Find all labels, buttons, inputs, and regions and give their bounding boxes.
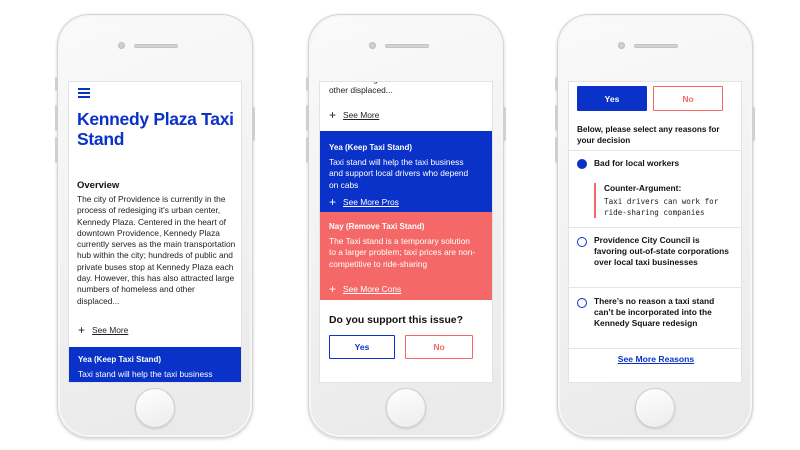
reasons-prompt: Below, please select any reasons for you… [577,125,720,145]
home-button[interactable] [635,388,675,428]
hamburger-icon[interactable] [78,88,90,98]
yea-title: Yea (Keep Taxi Stand) [329,143,412,152]
yes-button[interactable]: Yes [329,335,395,359]
screen-pros-cons: attracted large numbers of homeless and … [319,81,493,383]
overview-text: The city of Providence is currently in t… [77,194,236,306]
front-camera [618,42,625,49]
yes-button-selected[interactable]: Yes [577,86,647,111]
nay-panel: Nay (Remove Taxi Stand) The Taxi stand i… [320,212,492,300]
volume-down-button [555,137,558,163]
power-button [252,107,255,141]
reason-radio-1[interactable] [577,159,587,169]
yea-panel: Yea (Keep Taxi Stand) Taxi stand will he… [320,131,492,212]
earpiece-speaker [634,44,678,48]
see-more-label: See More [92,325,129,335]
nay-title: Nay (Remove Taxi Stand) [329,222,425,231]
counter-argument: Counter-Argument: Taxi drivers can work … [594,183,734,218]
power-button [752,107,755,141]
see-more-reasons-link[interactable]: See More Reasons [569,354,741,364]
volume-up-button [55,105,58,131]
mute-switch [555,77,558,91]
yea-title: Yea (Keep Taxi Stand) [78,355,161,364]
reason-radio-2[interactable] [577,237,587,247]
reason-label-2: Providence City Council is favoring out-… [594,235,729,268]
phone-mockup-1: Kennedy Plaza Taxi Stand Overview The ci… [55,14,255,438]
page-title: Kennedy Plaza Taxi Stand [77,109,234,149]
divider [569,348,741,349]
earpiece-speaker [134,44,178,48]
phone-mockup-3: Yes No Below, please select any reasons … [555,14,755,438]
divider [569,227,741,228]
screen-overview: Kennedy Plaza Taxi Stand Overview The ci… [68,81,242,383]
reason-radio-3[interactable] [577,298,587,308]
plus-icon: + [329,108,337,122]
see-more-cons-label: See More Cons [343,284,402,294]
divider [569,150,741,151]
reason-label-3: There’s no reason a taxi stand can’t be … [594,296,715,329]
no-button[interactable]: No [405,335,473,359]
see-more-pros-link[interactable]: + See More Pros [329,195,399,209]
yea-text: Taxi stand will help the taxi business a… [78,369,213,382]
overview-heading: Overview [77,180,120,191]
home-button[interactable] [135,388,175,428]
reason-label-1: Bad for local workers [594,158,680,168]
see-more-link[interactable]: + See More [78,323,129,337]
volume-up-button [555,105,558,131]
plus-icon: + [329,282,337,296]
volume-down-button [306,137,309,163]
front-camera [369,42,376,49]
plus-icon: + [78,323,86,337]
overview-text-continued: attracted large numbers of homeless and … [329,82,481,96]
yea-text: Taxi stand will help the taxi business a… [329,157,469,190]
see-more-label: See More [343,110,380,120]
earpiece-speaker [385,44,429,48]
nay-text: The Taxi stand is a temporary solution t… [329,236,476,269]
counter-heading: Counter-Argument: [604,183,682,193]
front-camera [118,42,125,49]
plus-icon: + [329,195,337,209]
divider [569,287,741,288]
mute-switch [306,77,309,91]
see-more-pros-label: See More Pros [343,197,399,207]
mute-switch [55,77,58,91]
no-button[interactable]: No [653,86,723,111]
power-button [503,107,506,141]
phone-mockup-2: attracted large numbers of homeless and … [306,14,506,438]
screen-reasons: Yes No Below, please select any reasons … [568,81,742,383]
counter-text: Taxi drivers can work for ride-sharing c… [604,197,719,217]
home-button[interactable] [386,388,426,428]
see-more-link[interactable]: + See More [329,108,380,122]
support-question: Do you support this issue? [329,315,463,326]
yea-panel[interactable]: Yea (Keep Taxi Stand) Taxi stand will he… [69,347,241,382]
see-more-cons-link[interactable]: + See More Cons [329,282,402,296]
volume-down-button [55,137,58,163]
volume-up-button [306,105,309,131]
